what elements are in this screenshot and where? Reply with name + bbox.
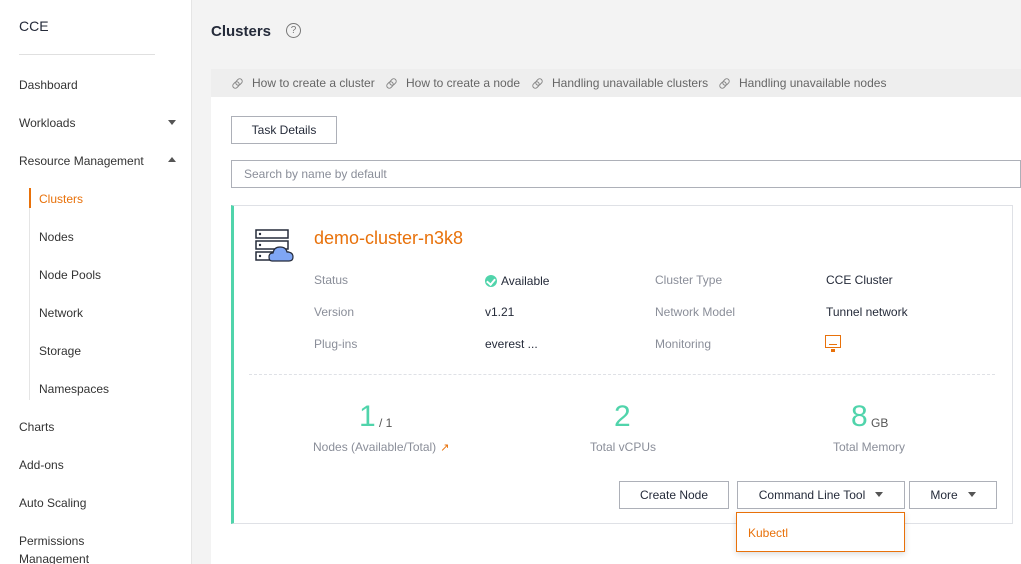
- cluster-type-label: Cluster Type: [655, 273, 723, 287]
- network-model-value: Tunnel network: [826, 305, 908, 319]
- sidebar-item-nodes[interactable]: Nodes: [39, 230, 74, 244]
- vcpus-stat-label: Total vCPUs: [590, 440, 657, 454]
- nodes-stat-text: Nodes (Available/Total): [313, 440, 437, 454]
- sidebar-item-clusters[interactable]: Clusters: [39, 192, 83, 206]
- sidebar-item-node-pools[interactable]: Node Pools: [39, 268, 101, 282]
- help-link[interactable]: Handling unavailable nodes: [719, 76, 886, 90]
- task-details-button[interactable]: Task Details: [231, 116, 337, 144]
- button-label: Command Line Tool: [758, 488, 866, 502]
- help-link-label: Handling unavailable clusters: [552, 76, 709, 90]
- sidebar-item-namespaces[interactable]: Namespaces: [39, 382, 109, 396]
- submenu-line: [29, 208, 30, 400]
- help-link-label: Handling unavailable nodes: [739, 76, 887, 90]
- memory-count: 8: [851, 400, 868, 433]
- help-links-bar: How to create a cluster How to create a …: [211, 69, 1021, 97]
- help-icon[interactable]: ?: [286, 23, 301, 38]
- sidebar-item-storage[interactable]: Storage: [39, 344, 81, 358]
- sidebar-item-network[interactable]: Network: [39, 306, 83, 320]
- sidebar-item-charts[interactable]: Charts: [19, 420, 54, 434]
- divider: [249, 374, 995, 375]
- help-link-label: How to create a cluster: [252, 76, 375, 90]
- status-value: Available: [485, 274, 549, 288]
- link-icon: [719, 79, 729, 87]
- plugins-label: Plug-ins: [314, 337, 358, 351]
- help-link[interactable]: How to create a node: [386, 76, 520, 90]
- sidebar-item-label: Permissions: [19, 534, 85, 548]
- brand-divider: [19, 54, 155, 55]
- arrow-link-icon: ↗: [440, 442, 450, 454]
- chevron-down-icon: [967, 492, 976, 497]
- vcpus-count: 2: [614, 400, 631, 433]
- version-label: Version: [314, 305, 355, 319]
- page-title: Clusters: [211, 23, 272, 40]
- sidebar-item-addons[interactable]: Add-ons: [19, 458, 64, 472]
- check-circle-icon: [485, 275, 497, 287]
- version-value: v1.21: [485, 305, 515, 319]
- sidebar-item-dashboard[interactable]: Dashboard: [19, 78, 78, 92]
- chevron-up-icon[interactable]: [168, 157, 176, 162]
- cluster-type-value: CCE Cluster: [826, 273, 893, 287]
- button-label: More: [930, 488, 958, 502]
- search-input[interactable]: Search by name by default: [231, 160, 1021, 188]
- cluster-card: [231, 205, 1013, 524]
- sidebar-item-resource-management[interactable]: Resource Management: [19, 154, 144, 168]
- nodes-total-count: / 1: [379, 416, 393, 430]
- command-line-dropdown: Kubectl: [736, 512, 905, 552]
- help-link[interactable]: How to create a cluster: [232, 76, 375, 90]
- monitoring-icon[interactable]: [825, 335, 841, 352]
- link-icon: [532, 79, 542, 87]
- status-label: Status: [314, 273, 349, 287]
- active-indicator: [29, 188, 31, 208]
- cluster-icon: [255, 229, 294, 262]
- network-model-label: Network Model: [655, 305, 736, 319]
- command-line-tool-button[interactable]: Command Line Tool: [737, 481, 905, 509]
- sidebar: CCE Dashboard Workloads Resource Managem…: [0, 0, 192, 564]
- help-link-label: How to create a node: [406, 76, 521, 90]
- nodes-stat-label[interactable]: Nodes (Available/Total) ↗: [313, 440, 449, 454]
- help-link[interactable]: Handling unavailable clusters: [532, 76, 708, 90]
- brand-title: CCE: [19, 18, 49, 34]
- sidebar-item-workloads[interactable]: Workloads: [19, 116, 75, 130]
- more-button[interactable]: More: [909, 481, 997, 509]
- chevron-down-icon: [875, 492, 884, 497]
- link-icon: [232, 79, 242, 87]
- sidebar-item-label: Management: [19, 552, 90, 564]
- monitoring-label: Monitoring: [655, 337, 712, 351]
- status-text: Available: [501, 274, 550, 288]
- chevron-down-icon[interactable]: [168, 120, 176, 125]
- create-node-button[interactable]: Create Node: [619, 481, 729, 509]
- dropdown-item-kubectl[interactable]: Kubectl: [748, 526, 788, 540]
- sidebar-item-auto-scaling[interactable]: Auto Scaling: [19, 496, 86, 510]
- sidebar-item-permissions[interactable]: Permissions Management: [19, 534, 89, 564]
- memory-stat-label: Total Memory: [833, 440, 906, 454]
- memory-unit: GB: [871, 416, 889, 430]
- nodes-available-count: 1: [359, 400, 376, 433]
- link-icon: [386, 79, 396, 87]
- plugins-value[interactable]: everest ...: [485, 337, 538, 351]
- cluster-name-link[interactable]: demo-cluster-n3k8: [314, 228, 463, 249]
